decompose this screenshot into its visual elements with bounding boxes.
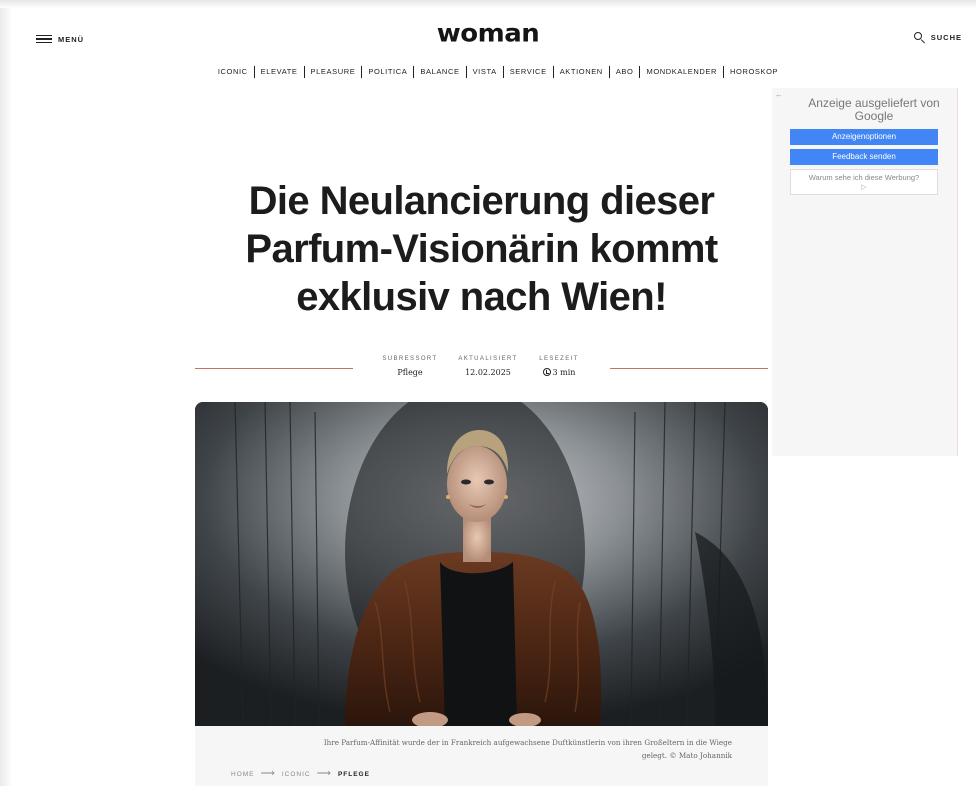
meta-divider-right [610,368,768,369]
meta-readtime-row: 3 min [534,368,584,377]
play-icon: ▷ [861,184,867,191]
clock-icon [542,368,551,376]
image-caption-box: Ihre Parfum-Affinität wurde der in Frank… [195,726,768,786]
nav-item-iconic[interactable]: ICONIC [212,66,254,78]
main-nav: ICONIC ELEVATE PLEASURE POLITICA BALANCE… [0,66,976,78]
search-button[interactable]: SUCHE [913,32,962,44]
nav-item-vista[interactable]: VISTA [465,66,503,78]
ad-panel: ← Anzeige ausgeliefert von Google Anzeig… [772,88,958,456]
breadcrumb-home[interactable]: HOME [231,771,255,778]
image-caption: Ihre Parfum-Affinität wurde der in Frank… [262,736,732,762]
hero-photo [195,402,768,726]
meta-updated-label: AKTUALISIERT [458,356,518,362]
meta-readtime-label: LESEZEIT [539,356,579,362]
ad-brand: Google [854,109,894,123]
meta-updated: AKTUALISIERT 12.02.2025 [453,356,523,377]
hero-image [195,402,768,726]
site-logo[interactable]: woman [0,19,976,49]
meta-readtime-value: 3 min [552,368,576,377]
nav-item-horoskop[interactable]: HOROSKOP [723,66,784,78]
headline-line: Parfum-Visionärin kommt [245,227,718,271]
meta-updated-value: 12.02.2025 [465,368,511,377]
logo-text: woman [436,19,540,49]
nav-item-balance[interactable]: BALANCE [413,66,465,78]
headline-line: Die Neulancierung dieser [248,179,715,223]
nav-item-elevate[interactable]: ELEVATE [253,66,304,78]
nav-item-politica[interactable]: POLITICA [361,66,413,78]
nav-item-pleasure[interactable]: PLEASURE [303,66,362,78]
article-headline: Die Neulancierung dieser Parfum-Visionär… [195,177,768,321]
arrow-right-icon: ⟶ [316,768,332,779]
caption-line: gelegt. © Mato Johannik [641,751,732,760]
page: MENÜ woman SUCHE ICONIC ELEVATE PLEASURE… [0,0,976,786]
back-arrow-icon[interactable]: ← [775,90,783,99]
headline-line: exklusiv nach Wien! [296,275,667,319]
nav-item-service[interactable]: SERVICE [502,66,553,78]
arrow-right-icon: ⟶ [260,768,276,779]
page-shadow-left [0,0,12,786]
meta-divider-left [195,368,353,369]
breadcrumb-current: PFLEGE [337,770,370,778]
page-shadow-top [0,0,976,8]
ad-why-link[interactable]: Warum sehe ich diese Werbung? ▷ [790,169,938,195]
ad-title: Anzeige ausgeliefert von [808,96,940,110]
meta-subressort: SUBRESSORT Pflege [380,356,440,377]
ad-why-text: Warum sehe ich diese Werbung? [808,173,920,182]
ad-options-button[interactable]: Anzeigenoptionen [790,129,938,145]
breadcrumb-iconic[interactable]: ICONIC [282,771,311,778]
nav-item-mondkalender[interactable]: MONDKALENDER [639,66,723,78]
nav-item-aktionen[interactable]: AKTIONEN [552,66,609,78]
breadcrumb: HOME ⟶ ICONIC ⟶ PFLEGE [231,768,370,779]
nav-item-abo[interactable]: ABO [608,66,640,78]
search-label: SUCHE [930,33,962,42]
search-icon [913,32,925,44]
caption-line: Ihre Parfum-Affinität wurde der in Frank… [323,738,732,747]
ad-feedback-button[interactable]: Feedback senden [790,149,938,165]
meta-subressort-label: SUBRESSORT [382,356,438,362]
meta-readtime: LESEZEIT 3 min [534,356,584,377]
meta-subressort-value[interactable]: Pflege [380,368,440,377]
